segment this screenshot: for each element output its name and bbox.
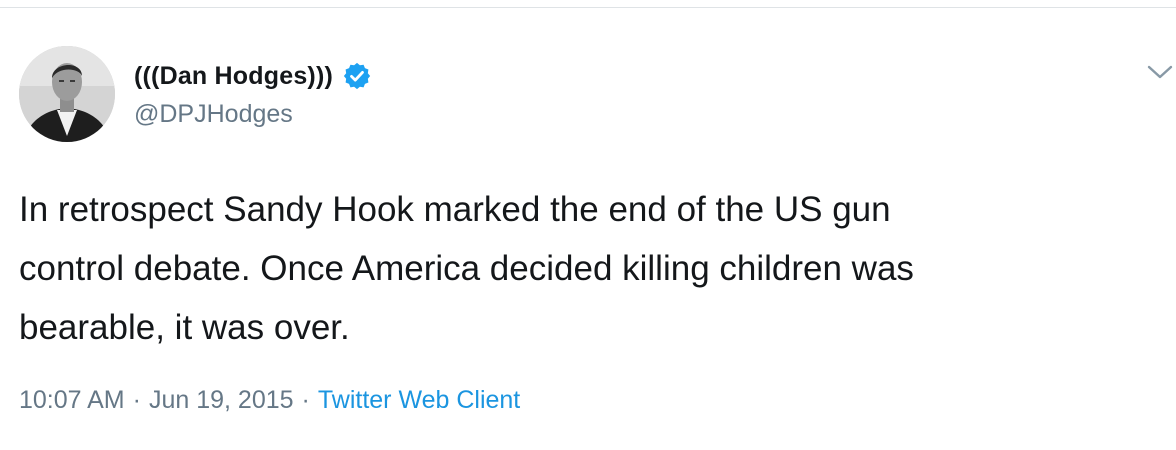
- tweet-time[interactable]: 10:07 AM: [19, 386, 125, 415]
- tweet-text-line: bearable, it was over.: [19, 308, 350, 347]
- client-link[interactable]: Twitter Web Client: [318, 386, 520, 415]
- tweet-date[interactable]: Jun 19, 2015: [149, 386, 294, 415]
- handle[interactable]: @DPJHodges: [134, 100, 293, 129]
- chevron-down-icon[interactable]: [1146, 62, 1174, 82]
- meta-separator: ·: [301, 386, 310, 414]
- display-name[interactable]: (((Dan Hodges))): [134, 62, 333, 91]
- profile-photo: [19, 46, 115, 142]
- tweet-text: In retrospect Sandy Hook marked the end …: [19, 180, 1169, 357]
- tweet-text-line: In retrospect Sandy Hook marked the end …: [19, 190, 891, 229]
- top-divider: [0, 7, 1176, 8]
- avatar[interactable]: [19, 46, 115, 142]
- verified-badge-icon: [342, 61, 372, 91]
- tweet-card: (((Dan Hodges))) @DPJHodges In retrospec…: [0, 0, 1176, 450]
- author-name-row: (((Dan Hodges))): [134, 58, 372, 94]
- tweet-text-line: control debate. Once America decided kil…: [19, 249, 914, 288]
- meta-separator: ·: [132, 386, 141, 414]
- tweet-meta: 10:07 AM · Jun 19, 2015 · Twitter Web Cl…: [19, 386, 520, 415]
